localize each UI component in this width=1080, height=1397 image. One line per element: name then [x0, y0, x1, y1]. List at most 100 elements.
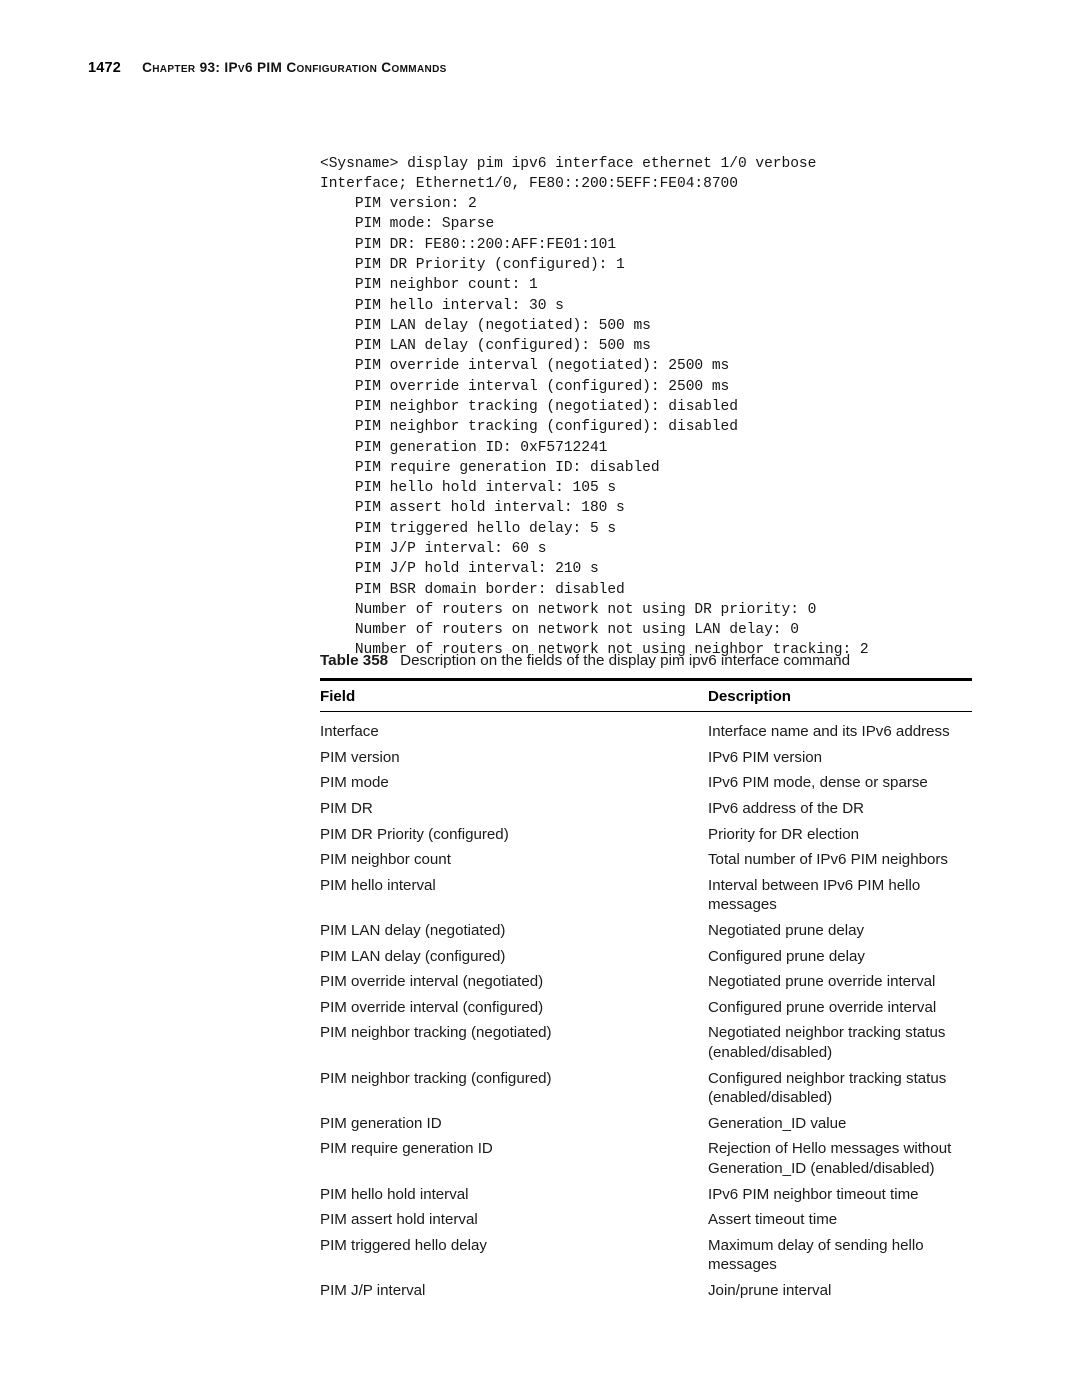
- table-cell-description-line: Configured prune delay: [708, 947, 865, 965]
- table-cell-description: Configured prune delay: [708, 947, 972, 967]
- table-cell-description-line: IPv6 PIM neighbor timeout time: [708, 1185, 919, 1203]
- cli-output-line: PIM require generation ID: disabled: [320, 459, 660, 476]
- table-cell-description-line: (enabled/disabled): [708, 1089, 833, 1107]
- cli-output-line: PIM hello hold interval: 105 s: [320, 480, 617, 497]
- table-row: PIM DR IPv6 address of the DR: [320, 796, 972, 822]
- table-cell-field: PIM override interval (negotiated): [320, 973, 544, 991]
- cli-output-line: PIM DR Priority (configured): 1: [320, 257, 625, 273]
- table-cell-field: PIM J/P interval: [320, 1281, 426, 1299]
- table-cell-description-line: Interval between IPv6 PIM hello: [708, 876, 921, 894]
- table-row: PIM triggered hello delay Maximum delay o…: [320, 1233, 972, 1278]
- table-cell-description: IPv6 PIM mode, dense or sparse: [708, 773, 972, 793]
- table-cell-description-line: Configured prune override interval: [708, 998, 937, 1016]
- table-row: PIM LAN delay (configured) Configured pru…: [320, 944, 972, 970]
- column-header-field: Field: [320, 687, 356, 705]
- table-cell-description: Configured neighbor tracking status (enab…: [708, 1069, 972, 1108]
- table-header-row: Field Description: [320, 681, 972, 712]
- table-number: Table 358: [320, 652, 389, 669]
- cli-output-line: PIM J/P hold interval: 210 s: [320, 561, 599, 578]
- table-cell-description: Maximum delay of sending hello messages: [708, 1236, 972, 1275]
- cli-output-line: PIM override interval (configured): 2500…: [320, 378, 730, 395]
- table-cell-field: PIM LAN delay (configured): [320, 947, 506, 965]
- column-header-description: Description: [708, 687, 792, 705]
- document-page: 1472 Chapter 93: IPv6 PIM Configuration …: [0, 0, 1080, 1397]
- field-description-table: Field Description Interface Interface nam…: [320, 678, 972, 1304]
- table-cell-description-line: Configured neighbor tracking status: [708, 1069, 947, 1087]
- table-cell-description-line: Generation_ID (enabled/disabled): [708, 1159, 935, 1177]
- table-cell-description-line: IPv6 address of the DR: [708, 800, 865, 818]
- table-cell-field: PIM triggered hello delay: [320, 1236, 487, 1254]
- table-cell-description: Assert timeout time: [708, 1210, 972, 1230]
- table-cell-description-line: Rejection of Hello messages without: [708, 1140, 952, 1158]
- table-caption: Table 358 Description on the fields of th…: [320, 652, 980, 669]
- table-cell-description-line: IPv6 PIM version: [708, 748, 823, 766]
- table-cell-description-line: Maximum delay of sending hello: [708, 1236, 924, 1254]
- table-cell-field: PIM mode: [320, 774, 389, 792]
- table-cell-description-line: Negotiated neighbor tracking status: [708, 1024, 946, 1042]
- cli-output-line: PIM mode: Sparse: [320, 216, 495, 233]
- table-row: PIM LAN delay (negotiated) Negotiated pru…: [320, 918, 972, 944]
- cli-output-line: PIM version: 2: [320, 196, 477, 213]
- table-row: PIM hello hold interval IPv6 PIM neighbor…: [320, 1182, 972, 1208]
- table-cell-description: Rejection of Hello messages without Gener…: [708, 1139, 972, 1178]
- table-cell-field: PIM LAN delay (negotiated): [320, 922, 506, 940]
- table-cell-description: IPv6 PIM neighbor timeout time: [708, 1185, 972, 1205]
- table-cell-description-line: Join/prune interval: [708, 1281, 832, 1299]
- table-cell-field: PIM version: [320, 748, 400, 766]
- table-row: PIM override interval (configured) Config…: [320, 995, 972, 1021]
- table-row: Interface Interface name and its IPv6 add…: [320, 719, 972, 745]
- table-cell-field: PIM override interval (configured): [320, 998, 544, 1016]
- table-cell-description: Interface name and its IPv6 address: [708, 722, 972, 742]
- table-row: PIM version IPv6 PIM version: [320, 745, 972, 771]
- cli-output-line: PIM hello interval: 30 s: [320, 297, 564, 314]
- table-cell-description-line: Assert timeout time: [708, 1211, 838, 1229]
- table-row: PIM DR Priority (configured) Priority for…: [320, 822, 972, 848]
- table-cell-field: PIM assert hold interval: [320, 1211, 478, 1229]
- table-cell-field: Interface: [320, 723, 379, 741]
- cli-output-line: <Sysname> display pim ipv6 interface eth…: [320, 155, 817, 172]
- running-header: 1472 Chapter 93: IPv6 PIM Configuration …: [88, 60, 447, 76]
- cli-output-line: PIM BSR domain border: disabled: [320, 581, 625, 598]
- table-cell-field: PIM generation ID: [320, 1114, 442, 1132]
- table-cell-description-line: Negotiated prune delay: [708, 922, 865, 940]
- table-cell-description-line: Priority for DR election: [708, 825, 859, 843]
- table-cell-description: IPv6 PIM version: [708, 748, 972, 768]
- table-cell-description-line: Total number of IPv6 PIM neighbors: [708, 851, 948, 869]
- table-cell-description-line: messages: [708, 896, 777, 914]
- table-cell-field: PIM DR: [320, 800, 373, 818]
- cli-output-block: <Sysname> display pim ipv6 interface eth…: [320, 154, 1020, 661]
- cli-output-line: Interface; Ethernet1/0, FE80::200:5EFF:F…: [320, 175, 738, 192]
- cli-output-line: PIM neighbor tracking (configured): disa…: [320, 419, 738, 436]
- cli-output-line: PIM override interval (negotiated): 2500…: [320, 358, 730, 375]
- cli-output-line: PIM triggered hello delay: 5 s: [320, 520, 617, 537]
- cli-output-line: PIM LAN delay (configured): 500 ms: [320, 338, 651, 355]
- chapter-title: Chapter 93: IPv6 PIM Configuration Comma…: [142, 60, 447, 75]
- table-cell-description: Negotiated prune delay: [708, 921, 972, 941]
- table-cell-field: PIM neighbor tracking (negotiated): [320, 1024, 552, 1042]
- table-row: PIM hello interval Interval between IPv6 …: [320, 873, 972, 918]
- table-cell-description-line: (enabled/disabled): [708, 1044, 833, 1061]
- table-row: PIM neighbor count Total number of IPv6 P…: [320, 847, 972, 873]
- cli-output-line: PIM neighbor tracking (negotiated): disa…: [320, 398, 738, 415]
- table-cell-description: Interval between IPv6 PIM hello messages: [708, 876, 972, 915]
- table-row: PIM generation ID Generation_ID value: [320, 1111, 972, 1137]
- table-row: PIM mode IPv6 PIM mode, dense or sparse: [320, 770, 972, 796]
- table-cell-description-line: Generation_ID value: [708, 1114, 847, 1132]
- table-row: PIM J/P interval Join/prune interval: [320, 1278, 972, 1304]
- cli-output-line: PIM J/P interval: 60 s: [320, 540, 547, 557]
- table-cell-description: Total number of IPv6 PIM neighbors: [708, 850, 972, 870]
- cli-output-line: PIM assert hold interval: 180 s: [320, 500, 625, 517]
- cli-output-line: PIM neighbor count: 1: [320, 277, 538, 294]
- table-cell-field: PIM DR Priority (configured): [320, 825, 509, 843]
- table-cell-field: PIM neighbor tracking (configured): [320, 1069, 552, 1087]
- cli-output-line: PIM DR: FE80::200:AFF:FE01:101: [320, 236, 617, 253]
- table-cell-description: Configured prune override interval: [708, 998, 972, 1018]
- table-caption-text: Description on the fields of the display…: [400, 652, 851, 669]
- table-cell-field: PIM hello hold interval: [320, 1185, 469, 1203]
- table-cell-description-line: Negotiated prune override interval: [708, 973, 936, 991]
- table-cell-description: IPv6 address of the DR: [708, 799, 972, 819]
- table-row: PIM require generation ID Rejection of He…: [320, 1136, 972, 1181]
- cli-output-line: Number of routers on network not using D…: [320, 601, 817, 618]
- table-cell-description-line: Interface name and its IPv6 address: [708, 723, 950, 741]
- table-row: PIM neighbor tracking (configured) Config…: [320, 1066, 972, 1111]
